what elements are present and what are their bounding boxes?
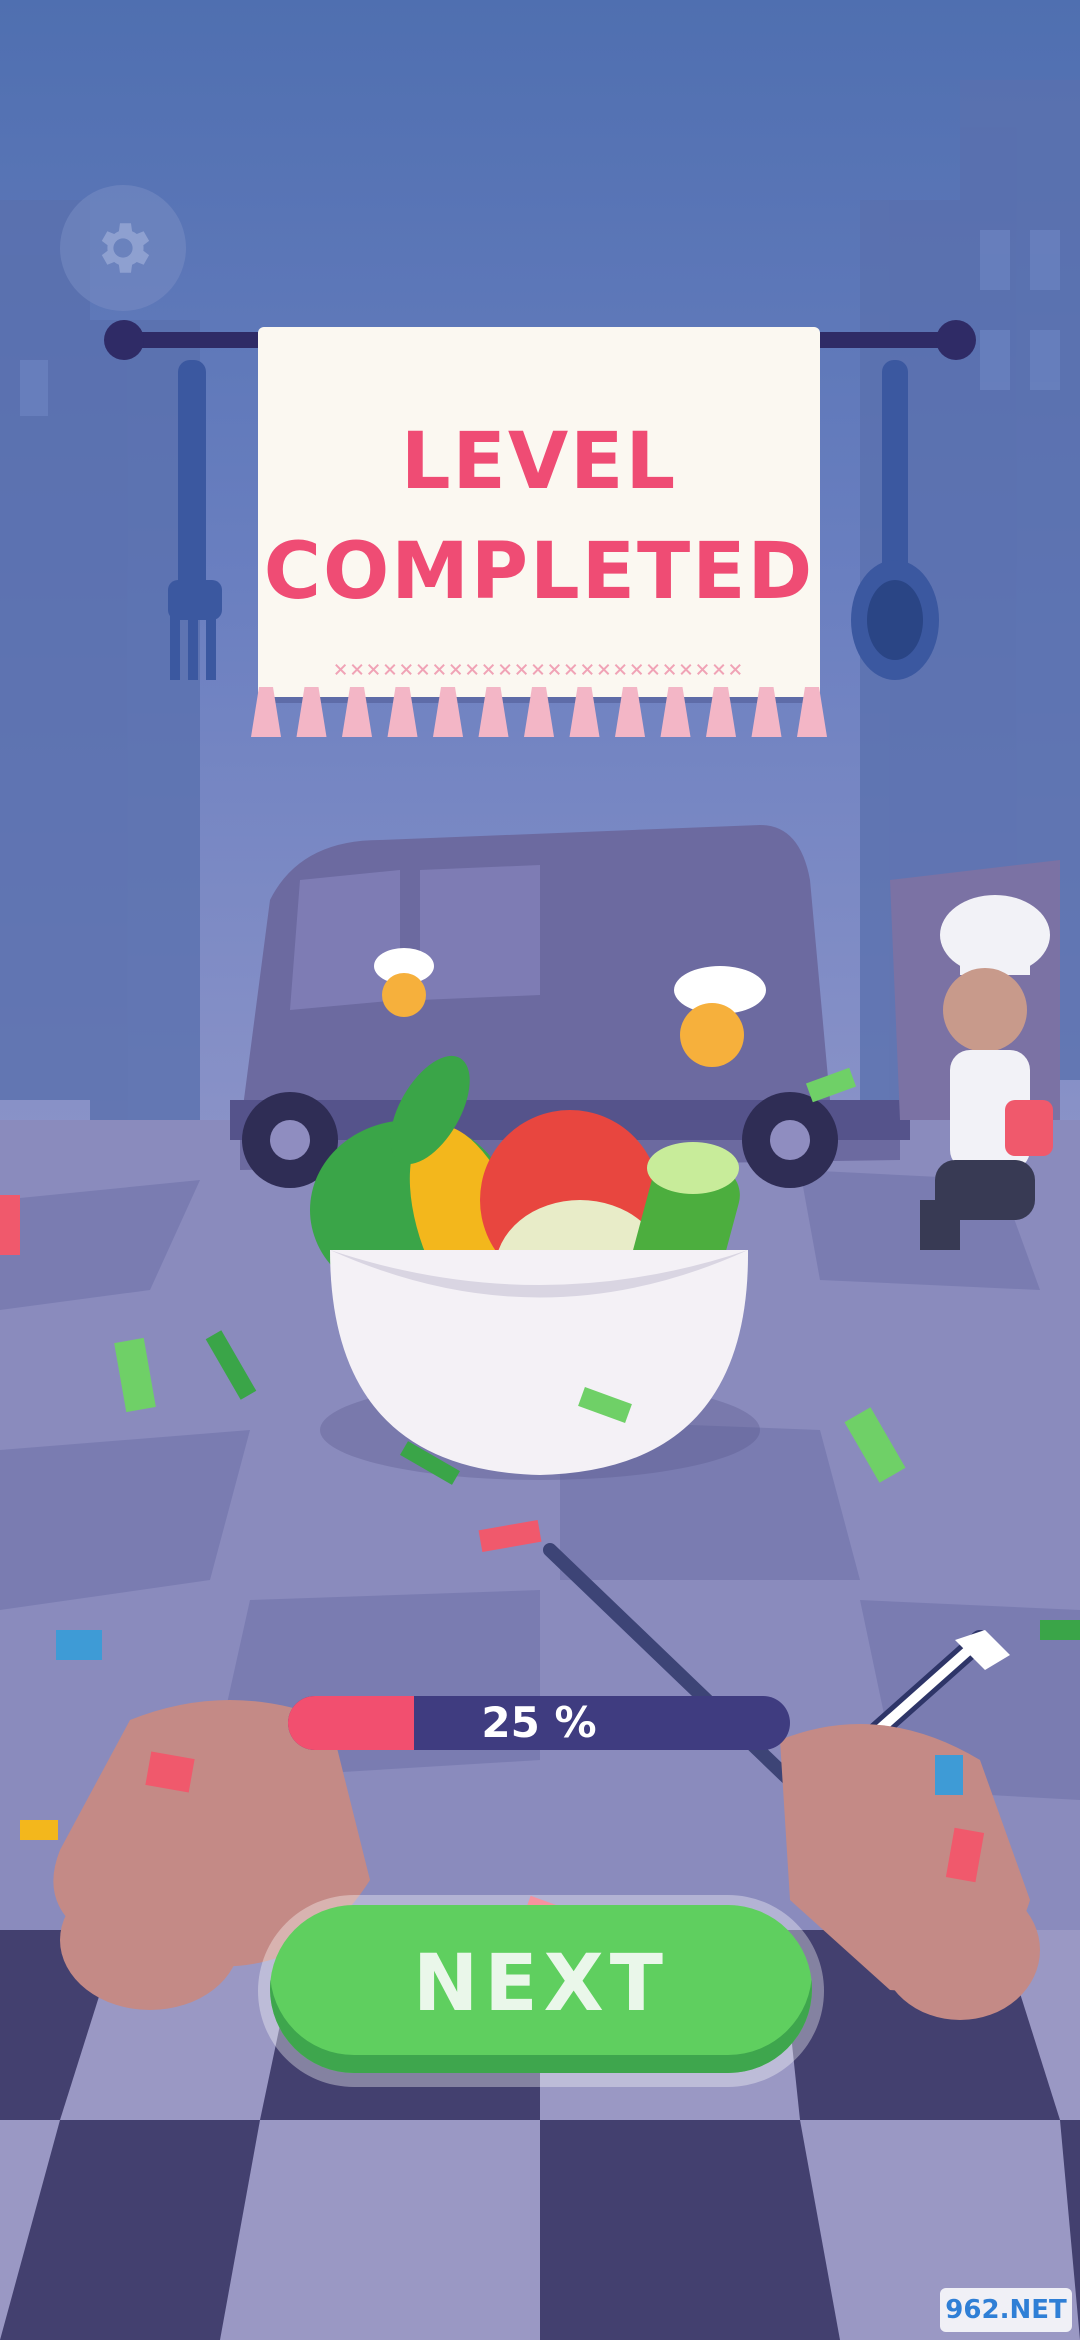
gear-icon	[101, 223, 150, 273]
tassel	[751, 687, 782, 737]
tassel	[342, 687, 372, 737]
banner-tassels	[251, 687, 827, 737]
tassel	[524, 687, 554, 737]
tassel	[478, 687, 509, 737]
tassel	[433, 687, 463, 737]
tassel	[296, 687, 327, 737]
level-completed-title: LEVEL COMPLETED	[258, 407, 820, 627]
progress-label: 25 %	[481, 1698, 597, 1747]
next-button[interactable]: NEXT	[258, 1895, 824, 2087]
title-line-completed: COMPLETED	[263, 527, 815, 617]
tassel	[797, 687, 827, 737]
settings-button[interactable]	[60, 185, 186, 311]
site-watermark: 962.NET	[940, 2288, 1072, 2332]
tassel	[387, 687, 418, 737]
tassel	[660, 687, 691, 737]
level-completed-banner: LEVEL COMPLETED ××××××××××××××××××××××××…	[251, 327, 827, 737]
next-button-face[interactable]: NEXT	[270, 1905, 812, 2073]
banner-stitch-decoration: ×××××××××××××××××××××××××	[333, 655, 745, 679]
title-line-level: LEVEL	[400, 417, 678, 507]
next-button-label: NEXT	[413, 1939, 669, 2029]
tassel	[251, 687, 281, 737]
tassel	[615, 687, 645, 737]
level-progress-bar: 25 %	[288, 1696, 790, 1750]
tassel	[569, 687, 600, 737]
tassel	[706, 687, 736, 737]
